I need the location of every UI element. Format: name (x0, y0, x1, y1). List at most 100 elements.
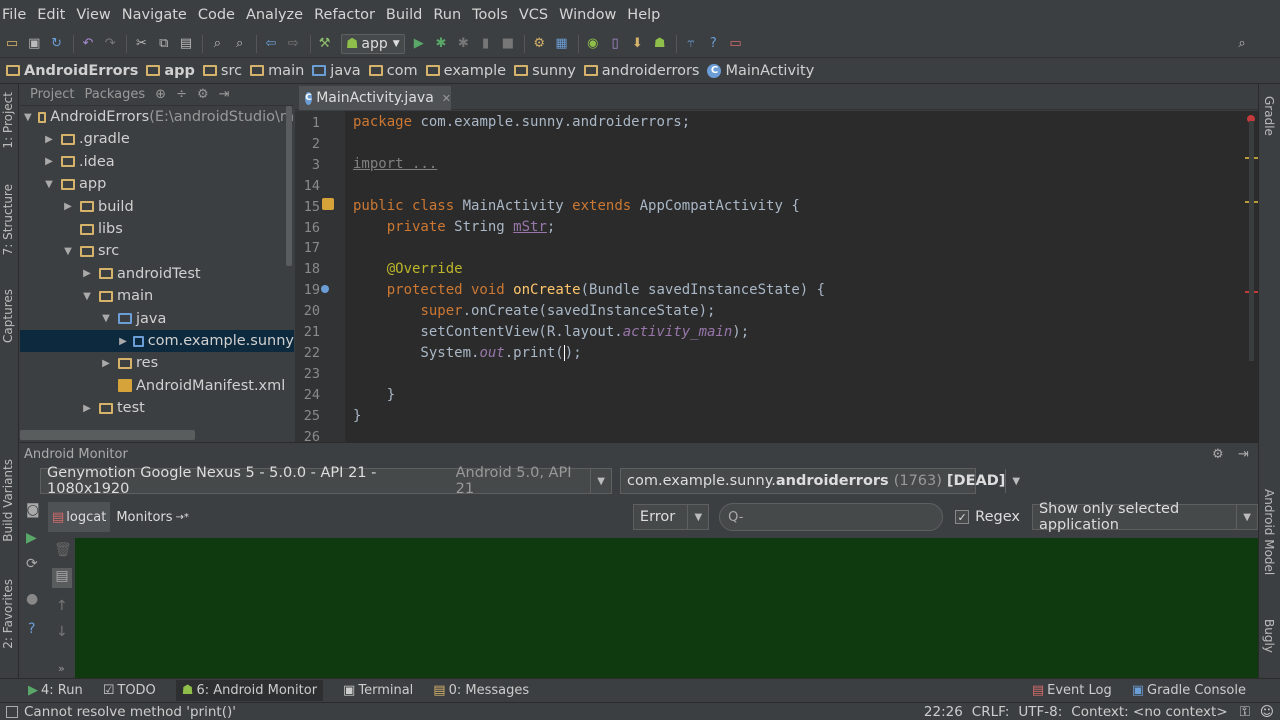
log-filter-select[interactable]: Show only selected application ▼ (1031, 501, 1258, 533)
editor-scroll-thumb[interactable] (1249, 121, 1254, 361)
menu-view[interactable]: View (76, 7, 110, 23)
scroll-to-end-icon[interactable]: ▤ (52, 568, 72, 588)
run-config-select[interactable]: ☗ app ▼ (340, 33, 405, 54)
tab-captures[interactable]: Captures (1, 289, 15, 343)
find-icon[interactable]: ⌕ (207, 34, 227, 54)
chevron-right-icon[interactable]: ▶ (81, 403, 93, 414)
run-icon[interactable]: ▶ (409, 34, 429, 54)
debug-icon[interactable]: ✱ (431, 34, 451, 54)
context-indicator[interactable]: Context: <no context> (1071, 704, 1227, 720)
chevron-right-icon[interactable]: ▶ (81, 268, 93, 279)
project-vertical-scrollbar[interactable] (286, 106, 292, 266)
tree-item[interactable]: ▼ src (20, 240, 294, 262)
tab-messages[interactable]: ▤ 0: Messages (433, 683, 529, 698)
back-icon[interactable]: ⇦ (261, 34, 281, 54)
implemented-icon[interactable] (322, 198, 334, 210)
plugin-icon[interactable]: ⥾ (681, 34, 701, 54)
avd-manager-icon[interactable]: ▯ (605, 34, 625, 54)
redo-icon[interactable]: ↷ (100, 34, 120, 54)
cut-icon[interactable]: ✂ (131, 34, 151, 54)
help-icon[interactable]: ? (28, 621, 35, 637)
plugin-icon[interactable]: ▭ (726, 34, 746, 54)
lock-icon[interactable]: ⚿ (1240, 704, 1250, 720)
chevron-down-icon[interactable]: ▼ (81, 291, 93, 302)
override-icon[interactable] (321, 285, 329, 293)
packages-view-tab[interactable]: Packages (84, 87, 145, 102)
open-folder-icon[interactable]: ▭ (2, 34, 22, 54)
tree-item[interactable]: AndroidManifest.xml (20, 375, 294, 397)
breadcrumb-item[interactable]: main (250, 63, 304, 79)
more-icon[interactable]: » (58, 662, 65, 675)
down-icon[interactable]: ↓ (56, 624, 68, 640)
tab-run[interactable]: ▶ 4: Run (28, 683, 83, 698)
logcat-output[interactable] (75, 538, 1258, 678)
copy-icon[interactable]: ⧉ (154, 34, 174, 54)
tab-favorites[interactable]: 2: Favorites (1, 579, 15, 649)
tab-bugly[interactable]: Bugly (1262, 619, 1276, 653)
tree-item[interactable]: ▶ test (20, 397, 294, 419)
editor-scrollbar[interactable] (1245, 111, 1258, 442)
search-everywhere-icon[interactable]: ⌕ (1232, 34, 1252, 54)
tree-item[interactable]: ▼ app (20, 173, 294, 195)
menu-window[interactable]: Window (559, 7, 616, 23)
undo-icon[interactable]: ↶ (78, 34, 98, 54)
menu-navigate[interactable]: Navigate (122, 7, 187, 23)
gear-icon[interactable]: ⚙ (197, 87, 209, 102)
tree-item[interactable]: ▶ build (20, 196, 294, 218)
attach-debugger-icon[interactable]: ✱ (453, 34, 473, 54)
tree-item[interactable]: ▶ com.example.sunny (20, 330, 294, 352)
gear-icon[interactable]: ⚙ (1212, 447, 1224, 462)
log-search-input[interactable]: Q- (719, 503, 944, 531)
breadcrumb-item[interactable]: java (312, 63, 361, 79)
toggle-tool-windows-icon[interactable] (6, 705, 18, 718)
paste-icon[interactable]: ▤ (176, 34, 196, 54)
tree-item[interactable]: ▼ AndroidErrors (E:\androidStudio\m (20, 106, 294, 128)
sdk-manager-icon[interactable]: ⬇ (627, 34, 647, 54)
chevron-right-icon[interactable]: ▶ (62, 201, 74, 212)
regex-checkbox[interactable]: ✓ Regex (955, 509, 1020, 525)
forward-icon[interactable]: ⇨ (283, 34, 303, 54)
tab-gradle-console[interactable]: ▣ Gradle Console (1132, 683, 1246, 698)
replace-icon[interactable]: ⌕ (230, 34, 250, 54)
tab-build-variants[interactable]: Build Variants (1, 459, 15, 542)
line-separator[interactable]: CRLF: (972, 704, 1010, 720)
collapse-all-icon[interactable]: ÷ (176, 87, 187, 102)
project-horizontal-scrollbar[interactable] (20, 430, 195, 440)
menu-analyze[interactable]: Analyze (246, 7, 303, 23)
tab-event-log[interactable]: ▤ Event Log (1032, 683, 1112, 698)
tab-mainactivity[interactable]: C MainActivity.java ✕ (299, 86, 451, 110)
tree-item[interactable]: libs (20, 218, 294, 240)
screenshot-icon[interactable]: ◙ (26, 502, 40, 518)
chevron-down-icon[interactable]: ▼ (62, 246, 74, 257)
menu-help[interactable]: Help (627, 7, 660, 23)
tab-project[interactable]: 1: Project (1, 92, 15, 149)
code-editor[interactable]: package com.example.sunny.androiderrors;… (345, 111, 1245, 442)
menu-file[interactable]: File (2, 7, 26, 23)
tree-item[interactable]: ▼ main (20, 285, 294, 307)
settings-icon[interactable]: ⚙ (529, 34, 549, 54)
up-icon[interactable]: ↑ (56, 598, 68, 614)
device-select[interactable]: Genymotion Google Nexus 5 - 5.0.0 - API … (40, 465, 612, 497)
chevron-down-icon[interactable]: ▼ (24, 112, 32, 123)
make-project-icon[interactable]: ⚒ (315, 34, 335, 54)
chevron-right-icon[interactable]: ▶ (43, 156, 55, 167)
tab-android-monitor[interactable]: ☗ 6: Android Monitor (175, 680, 324, 701)
file-encoding[interactable]: UTF-8: (1018, 704, 1062, 720)
menu-refactor[interactable]: Refactor (314, 7, 375, 23)
tree-item[interactable]: ▶ androidTest (20, 263, 294, 285)
hide-icon[interactable]: ⇥ (1238, 447, 1249, 462)
tab-monitors[interactable]: Monitors →* (110, 502, 195, 532)
project-view-tab[interactable]: Project (30, 87, 74, 102)
chevron-down-icon[interactable]: ▼ (43, 179, 55, 190)
menu-build[interactable]: Build (386, 7, 422, 23)
menu-edit[interactable]: Edit (37, 7, 65, 23)
trash-icon[interactable]: 🗑 (54, 542, 72, 558)
tree-item[interactable]: ▶ .gradle (20, 128, 294, 150)
scroll-from-source-icon[interactable]: ⊕ (155, 87, 166, 102)
help-icon[interactable]: ? (703, 34, 723, 54)
menu-code[interactable]: Code (198, 7, 235, 23)
chevron-down-icon[interactable]: ▼ (100, 313, 112, 324)
tree-item[interactable]: ▶ .idea (20, 151, 294, 173)
chevron-right-icon[interactable]: ▶ (43, 134, 55, 145)
breadcrumb-item[interactable]: com (368, 63, 418, 79)
